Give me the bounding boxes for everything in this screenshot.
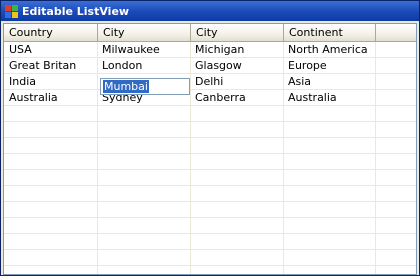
grid-line-horizontal <box>4 185 416 186</box>
column-header-country[interactable]: Country <box>4 24 98 41</box>
grid-line-horizontal <box>4 265 416 266</box>
cell-country: Australia <box>9 91 58 104</box>
column-header-filler <box>376 24 416 41</box>
app-window-icon <box>5 4 18 18</box>
editable-listview[interactable]: Country City City Continent USA Milwauke… <box>3 23 417 275</box>
grid-line-horizontal <box>4 249 416 250</box>
column-header-city-2[interactable]: City <box>191 24 284 41</box>
grid-line-horizontal <box>4 121 416 122</box>
column-header-city-1[interactable]: City <box>98 24 191 41</box>
cell-continent: Europe <box>288 59 327 72</box>
grid-line-horizontal <box>4 233 416 234</box>
cell-continent: North America <box>288 43 368 56</box>
app-window: Editable ListView Country City City Cont… <box>0 0 420 276</box>
cell-country: Great Britan <box>9 59 77 72</box>
cell-city-2: Canberra <box>195 91 246 104</box>
grid-line-horizontal <box>4 153 416 154</box>
cell-country: USA <box>9 43 32 56</box>
cell-continent: Australia <box>288 91 337 104</box>
grid-line-horizontal <box>4 201 416 202</box>
cell-city-2: Delhi <box>195 75 224 88</box>
window-title: Editable ListView <box>22 4 130 18</box>
grid-line-horizontal <box>4 137 416 138</box>
cell-country: India <box>9 75 36 88</box>
table-row[interactable]: Great Britan London Glasgow Europe <box>4 58 416 74</box>
cell-continent: Asia <box>288 75 312 88</box>
selected-edit-text: Mumbai <box>103 80 149 93</box>
table-row[interactable]: India Delhi Asia <box>4 74 416 90</box>
cell-city: London <box>102 59 143 72</box>
title-bar[interactable]: Editable ListView <box>1 1 419 21</box>
table-row[interactable]: Australia Sydney Canberra Australia <box>4 90 416 106</box>
cell-city-2: Michigan <box>195 43 245 56</box>
table-row[interactable]: USA Milwaukee Michigan North America <box>4 42 416 58</box>
listview-header: Country City City Continent <box>4 24 416 42</box>
column-header-continent[interactable]: Continent <box>284 24 376 41</box>
grid-line-horizontal <box>4 217 416 218</box>
grid-line-horizontal <box>4 169 416 170</box>
cell-city-2: Glasgow <box>195 59 242 72</box>
cell-edit-textbox[interactable]: Mumbai <box>100 78 190 95</box>
cell-city: Milwaukee <box>102 43 160 56</box>
